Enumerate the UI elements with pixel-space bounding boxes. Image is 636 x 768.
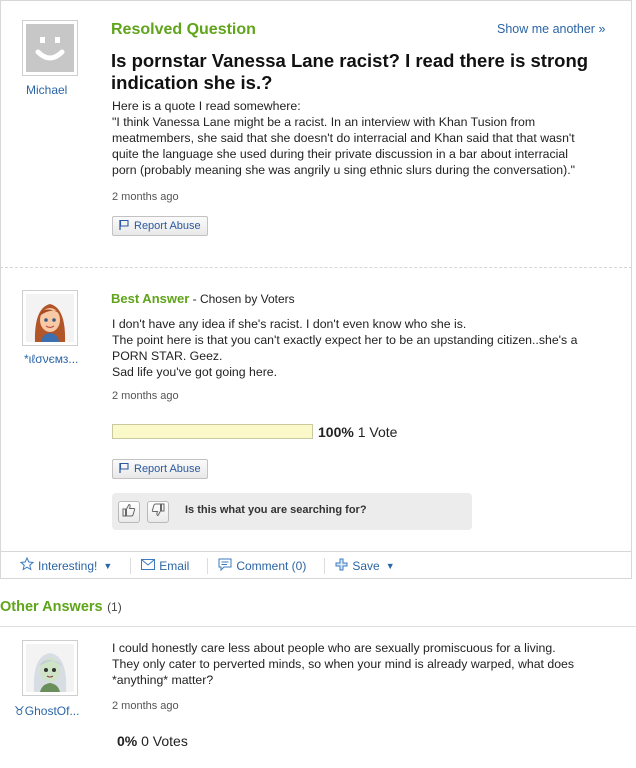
other-answers-count: (1): [107, 600, 122, 614]
thumbs-up-button[interactable]: [118, 501, 140, 523]
body-line: PORN STAR. Geez.: [112, 349, 223, 363]
divider: [0, 626, 636, 627]
chevron-down-icon: ▼: [385, 560, 395, 571]
comment-button[interactable]: Comment (0): [218, 558, 306, 574]
best-answer-body: I don't have any idea if she's racist. I…: [112, 316, 577, 380]
other-answer-vote-summary: 0% 0 Votes: [117, 733, 188, 749]
flag-icon: [118, 219, 130, 234]
question-report-abuse-button[interactable]: Report Abuse: [112, 216, 208, 236]
plus-icon: [335, 558, 348, 574]
best-answer-label: Best Answer: [111, 291, 190, 306]
feedback-prompt: Is this what you are searching for?: [185, 504, 367, 516]
answer-action-toolbar: Interesting! ▼ Email Comment (0) Save ▼: [0, 551, 632, 579]
vote-summary: 100% 1 Vote: [318, 424, 397, 440]
report-abuse-label: Report Abuse: [134, 463, 201, 475]
envelope-icon: [141, 558, 156, 573]
search-feedback-box: Is this what you are searching for?: [112, 493, 472, 530]
other-answer-user-link[interactable]: ♉GhostOf...: [14, 704, 79, 718]
thumbs-up-icon: [122, 503, 136, 522]
save-button[interactable]: Save ▼: [335, 558, 395, 574]
body-line: porn (probably meaning she was angrily u…: [112, 163, 576, 177]
question-title-line: indication she is.?: [111, 72, 273, 93]
best-answer-avatar[interactable]: [22, 290, 78, 346]
comment-label: Comment (0): [236, 558, 307, 573]
thumbs-down-icon: [151, 503, 165, 522]
best-answer-report-abuse-button[interactable]: Report Abuse: [112, 459, 208, 479]
vote-percent: 100%: [318, 424, 354, 440]
comment-bubble-icon: [218, 558, 232, 574]
body-line: Sad life you've got going here.: [112, 365, 278, 379]
avatar-ghost-girl-icon: [26, 644, 74, 692]
question-body: Here is a quote I read somewhere: "I thi…: [112, 98, 575, 178]
vote-percent: 0%: [117, 733, 138, 749]
body-line: The point here is that you can't exactly…: [112, 333, 578, 347]
toolbar-divider: [324, 557, 326, 574]
show-another-link[interactable]: Show me another »: [497, 22, 605, 36]
flag-icon: [118, 462, 130, 477]
asker-name-link[interactable]: Michael: [26, 83, 67, 97]
other-answer-timestamp: 2 months ago: [112, 700, 179, 712]
body-line: They only cater to perverted minds, so w…: [112, 657, 575, 671]
body-line: *anything* matter?: [112, 673, 214, 687]
report-abuse-label: Report Abuse: [134, 220, 201, 232]
body-line: Here is a quote I read somewhere:: [112, 99, 301, 113]
best-answer-user-link[interactable]: *ιℓσνємз...: [24, 352, 78, 366]
body-line: meatmembers, she said that she doesn't d…: [112, 131, 575, 145]
question-title-line: Is pornstar Vanessa Lane racist? I read …: [111, 50, 589, 71]
vote-count: 0 Votes: [141, 733, 188, 749]
asker-avatar[interactable]: [22, 20, 78, 76]
other-answers-heading: Other Answers (1): [0, 598, 122, 616]
email-button[interactable]: Email: [141, 558, 190, 573]
vote-count: 1 Vote: [357, 424, 398, 440]
body-line: I could honestly care less about people …: [112, 641, 556, 655]
email-label: Email: [159, 558, 190, 573]
vote-progress-fill: [113, 425, 312, 438]
save-label: Save: [352, 558, 380, 573]
body-line: "I think Vanessa Lane might be a racist.…: [112, 115, 536, 129]
body-line: quite the language she used during their…: [112, 147, 568, 161]
question-title: Is pornstar Vanessa Lane racist? I read …: [111, 50, 588, 94]
vote-progress-bar: [112, 424, 313, 439]
body-line: I don't have any idea if she's racist. I…: [112, 317, 467, 331]
other-answer-avatar[interactable]: [22, 640, 78, 696]
avatar-girl-icon: [26, 294, 74, 342]
thumbs-down-button[interactable]: [147, 501, 169, 523]
toolbar-divider: [207, 557, 209, 574]
best-answer-timestamp: 2 months ago: [112, 390, 179, 402]
toolbar-divider: [130, 557, 132, 574]
interesting-button[interactable]: Interesting! ▼: [19, 556, 113, 574]
best-answer-panel: [0, 267, 632, 579]
question-timestamp: 2 months ago: [112, 191, 179, 203]
best-answer-heading: Best Answer - Chosen by Voters: [111, 290, 295, 308]
other-answer-body: I could honestly care less about people …: [112, 640, 574, 688]
chevron-down-icon: ▼: [103, 560, 113, 571]
other-answers-label: Other Answers: [0, 599, 103, 615]
resolved-question-label: Resolved Question: [111, 21, 256, 38]
interesting-label: Interesting!: [38, 558, 98, 573]
default-avatar-icon: [26, 24, 74, 72]
star-icon: [19, 556, 35, 574]
chosen-by-label: - Chosen by Voters: [189, 292, 295, 306]
